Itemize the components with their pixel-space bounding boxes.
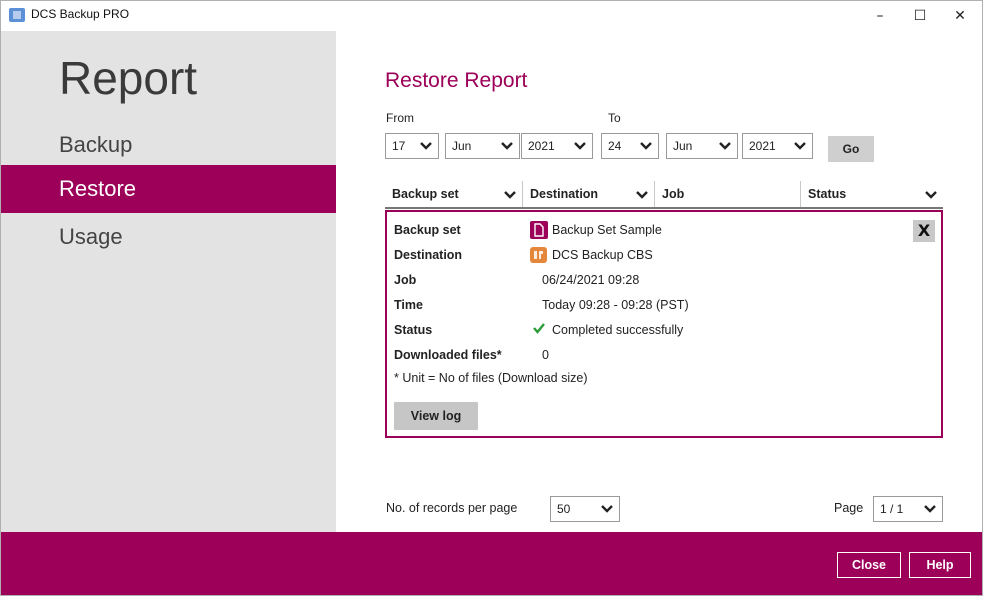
sidebar-title: Report: [59, 52, 198, 104]
unit-note: * Unit = No of files (Download size): [394, 371, 588, 385]
page-label: Page: [834, 501, 864, 515]
from-year-value: 2021: [528, 139, 555, 153]
detail-label: Destination: [394, 248, 463, 262]
to-year-select[interactable]: 2021: [742, 133, 813, 159]
chevron-down-icon: [794, 142, 806, 150]
sidebar-item-backup[interactable]: Backup: [1, 121, 336, 169]
chevron-down-icon: [719, 142, 731, 150]
view-log-button[interactable]: View log: [394, 402, 478, 430]
page-title: Restore Report: [385, 69, 528, 92]
to-label: To: [608, 111, 621, 125]
sidebar-item-usage[interactable]: Usage: [1, 213, 336, 261]
records-per-page-value: 50: [557, 502, 571, 516]
to-month-value: Jun: [673, 139, 693, 153]
app-window: DCS Backup PRO – ☐ ✕ Report Backup Resto…: [0, 0, 983, 596]
detail-label: Status: [394, 323, 433, 337]
sidebar-item-restore[interactable]: Restore: [1, 165, 336, 213]
column-header-label: Destination: [530, 187, 599, 201]
from-label: From: [386, 111, 414, 125]
minimize-button[interactable]: –: [863, 5, 897, 27]
chevron-down-icon: [420, 142, 432, 150]
check-icon: [532, 321, 546, 341]
to-month-select[interactable]: Jun: [666, 133, 738, 159]
chevron-down-icon: [925, 191, 937, 199]
window-close-button[interactable]: ✕: [943, 5, 977, 27]
chevron-down-icon: [924, 505, 936, 513]
column-header-label: Status: [808, 187, 847, 201]
go-button[interactable]: Go: [828, 136, 874, 162]
column-header-backup-set[interactable]: Backup set: [385, 181, 523, 207]
maximize-button[interactable]: ☐: [903, 5, 937, 27]
chevron-down-icon: [640, 142, 652, 150]
column-header-job[interactable]: Job: [655, 181, 801, 207]
close-button[interactable]: Close: [837, 552, 901, 578]
table-header-divider: [385, 207, 943, 209]
detail-value: Today 09:28 - 09:28 (PST): [542, 298, 689, 312]
detail-value: DCS Backup CBS: [552, 248, 653, 262]
detail-label: Downloaded files*: [394, 348, 502, 362]
column-header-status[interactable]: Status: [801, 181, 943, 207]
chevron-down-icon: [504, 191, 516, 199]
from-year-select[interactable]: 2021: [521, 133, 593, 159]
column-header-label: Backup set: [392, 187, 459, 201]
column-header-destination[interactable]: Destination: [523, 181, 655, 207]
chevron-down-icon: [601, 505, 613, 513]
records-per-page-select[interactable]: 50: [550, 496, 620, 522]
detail-value: 0: [542, 348, 549, 362]
from-day-select[interactable]: 17: [385, 133, 439, 159]
detail-label: Backup set: [394, 223, 461, 237]
from-day-value: 17: [392, 139, 406, 153]
chevron-down-icon: [501, 142, 513, 150]
chevron-down-icon: [574, 142, 586, 150]
to-day-value: 24: [608, 139, 622, 153]
column-header-label: Job: [662, 187, 685, 201]
to-day-select[interactable]: 24: [601, 133, 659, 159]
window-title: DCS Backup PRO: [31, 7, 130, 21]
file-icon: [530, 221, 548, 239]
detail-label: Time: [394, 298, 423, 312]
dcs-logo-icon: [530, 247, 547, 263]
detail-value: Backup Set Sample: [552, 223, 662, 237]
close-detail-button[interactable]: X: [913, 220, 935, 242]
restore-detail-card: X Backup set Backup Set Sample Destinati…: [385, 210, 943, 438]
app-logo-icon: [9, 8, 25, 22]
to-year-value: 2021: [749, 139, 776, 153]
page-select[interactable]: 1 / 1: [873, 496, 943, 522]
footer-bar: Close Help: [1, 532, 982, 595]
detail-value: Completed successfully: [552, 323, 684, 337]
help-button[interactable]: Help: [909, 552, 971, 578]
chevron-down-icon: [636, 191, 648, 199]
detail-value: 06/24/2021 09:28: [542, 273, 640, 287]
title-bar: DCS Backup PRO – ☐ ✕: [1, 1, 982, 31]
records-per-page-label: No. of records per page: [386, 501, 518, 515]
main-panel: Restore Report From To 17 Jun 2021 24 Ju…: [336, 31, 982, 532]
page-value: 1 / 1: [880, 502, 904, 516]
detail-label: Job: [394, 273, 417, 287]
sidebar: Report Backup Restore Usage: [1, 31, 336, 532]
from-month-select[interactable]: Jun: [445, 133, 520, 159]
from-month-value: Jun: [452, 139, 472, 153]
